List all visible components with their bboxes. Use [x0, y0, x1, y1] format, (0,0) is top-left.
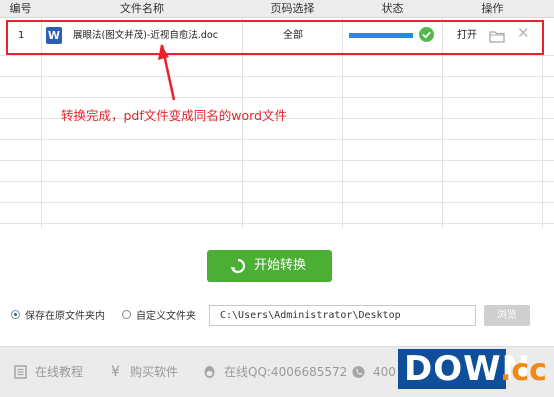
- book-icon: [14, 365, 27, 379]
- yen-icon: ¥: [111, 364, 120, 380]
- online-tutorial-link[interactable]: 在线教程: [35, 347, 83, 397]
- annotation-text: 转换完成，pdf文件变成同名的word文件: [61, 108, 287, 123]
- start-convert-button[interactable]: 开始转换: [207, 250, 332, 282]
- header-action: 操作: [481, 2, 504, 15]
- converter-window: 编号 文件名称 页码选择 状态 操作 1 W 展眼法(图文并茂)-近视自愈法.d…: [0, 0, 554, 397]
- header-number: 编号: [9, 2, 32, 15]
- highlight-box: [6, 20, 544, 55]
- annotation-arrow: [158, 44, 176, 101]
- refresh-icon: [230, 258, 246, 274]
- header-pages: 页码选择: [270, 2, 315, 15]
- radio-custom-folder[interactable]: [122, 310, 131, 319]
- down-cc-logo: DOWN .cc: [398, 349, 547, 391]
- online-qq-text[interactable]: 在线QQ:4006685572: [224, 347, 347, 397]
- start-convert-label: 开始转换: [254, 258, 307, 273]
- radio-save-original[interactable]: [11, 310, 20, 319]
- phone-icon: [352, 366, 365, 378]
- buy-software-link[interactable]: 购买软件: [130, 347, 178, 397]
- qq-icon: [204, 366, 215, 378]
- browse-button[interactable]: 浏览: [484, 305, 530, 326]
- table-header: 编号 文件名称 页码选择 状态 操作: [0, 0, 554, 18]
- option-save-original-label[interactable]: 保存在原文件夹内: [25, 307, 105, 322]
- phone-number-text: 400: [373, 365, 396, 379]
- header-filename: 文件名称: [120, 2, 164, 15]
- option-custom-folder-label[interactable]: 自定义文件夹: [136, 307, 196, 322]
- output-path-input[interactable]: C:\Users\Administrator\Desktop: [209, 305, 476, 326]
- header-status: 状态: [381, 2, 404, 15]
